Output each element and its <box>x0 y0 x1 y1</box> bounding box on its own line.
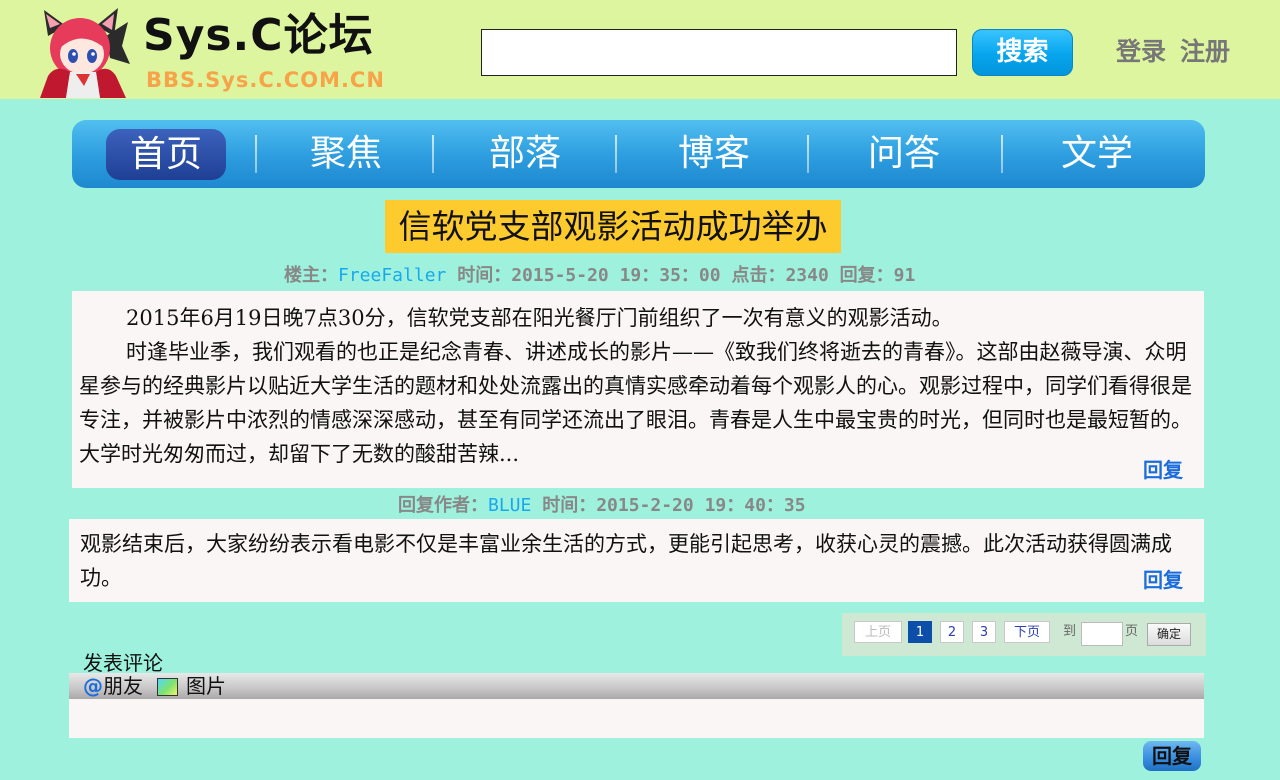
nav-divider <box>1001 135 1003 173</box>
post-title: 信软党支部观影活动成功举办 <box>385 200 841 253</box>
submit-reply-button[interactable]: 回复 <box>1143 741 1201 771</box>
nav-item-blog[interactable]: 博客 <box>654 120 774 188</box>
goto-label: 到 <box>1063 624 1077 639</box>
nav-item-qa[interactable]: 问答 <box>844 120 964 188</box>
mention-friends-label: 朋友 <box>103 674 143 698</box>
page-unit-label: 页 <box>1125 624 1139 639</box>
comment-textarea[interactable] <box>69 699 1204 738</box>
search-input[interactable] <box>481 29 957 76</box>
nav-item-focus[interactable]: 聚焦 <box>286 120 406 188</box>
login-link[interactable]: 登录 <box>1116 36 1166 68</box>
site-logo-title[interactable]: Sys.C论坛 <box>143 8 374 64</box>
pagination: 上页 1 2 3 下页 到 页 确定 <box>842 613 1206 656</box>
reply-text: 观影结束后，大家纷纷表示看电影不仅是丰富业余生活的方式，更能引起思考，收获心灵的… <box>80 532 1172 590</box>
nav-item-home[interactable]: 首页 <box>106 129 226 180</box>
reply-time: 时间：2015-2-20 19：40：35 <box>542 495 806 516</box>
goto-page-input[interactable] <box>1081 622 1123 646</box>
mention-friends-button[interactable]: @朋友 <box>83 674 143 698</box>
main-nav: 首页 聚焦 部落 博客 问答 文学 <box>72 120 1205 188</box>
post-meta: 楼主：FreeFaller 时间：2015-5-20 19：35：00 点击：2… <box>284 264 915 288</box>
search-button[interactable]: 搜索 <box>972 29 1073 76</box>
post-body: 2015年6月19日晚7点30分，信软党支部在阳光餐厅门前组织了一次有意义的观影… <box>72 291 1204 488</box>
comment-toolbar: @朋友 图片 <box>69 673 1204 699</box>
post-owner-label: 楼主： <box>284 265 338 286</box>
prev-page-button[interactable]: 上页 <box>854 621 902 643</box>
register-link[interactable]: 注册 <box>1180 36 1230 68</box>
nav-divider <box>807 135 809 173</box>
page-2-button[interactable]: 2 <box>940 621 964 643</box>
page-3-button[interactable]: 3 <box>972 621 996 643</box>
image-icon <box>157 678 178 696</box>
reply-author-label: 回复作者： <box>398 495 488 516</box>
post-paragraph: 2015年6月19日晚7点30分，信软党支部在阳光餐厅门前组织了一次有意义的观影… <box>126 306 953 330</box>
nav-item-tribe[interactable]: 部落 <box>465 120 585 188</box>
reply-author-link[interactable]: BLUE <box>488 495 531 516</box>
post-paragraph: 时逢毕业季，我们观看的也正是纪念青春、讲述成长的影片——《致我们终将逝去的青春》… <box>79 340 1192 466</box>
site-logo-subtitle: BBS.Sys.C.COM.CN <box>146 68 385 92</box>
at-icon: @ <box>83 674 103 698</box>
nav-item-literature[interactable]: 文学 <box>1037 120 1157 188</box>
reply-meta: 回复作者：BLUE 时间：2015-2-20 19：40：35 <box>398 494 806 518</box>
next-page-button[interactable]: 下页 <box>1004 621 1050 643</box>
insert-image-button[interactable]: 图片 <box>157 674 226 698</box>
nav-divider <box>432 135 434 173</box>
reply-body: 观影结束后，大家纷纷表示看电影不仅是丰富业余生活的方式，更能引起思考，收获心灵的… <box>69 519 1204 602</box>
insert-image-label: 图片 <box>186 674 226 698</box>
logo-catgirl-icon[interactable] <box>36 6 132 98</box>
goto-confirm-button[interactable]: 确定 <box>1147 623 1191 646</box>
nav-divider <box>615 135 617 173</box>
site-header: Sys.C论坛 BBS.Sys.C.COM.CN 搜索 登录 注册 <box>0 0 1280 99</box>
page-1-button[interactable]: 1 <box>908 621 932 643</box>
post-reply-link[interactable]: 回复 <box>1143 457 1183 483</box>
nav-divider <box>255 135 257 173</box>
post-stats: 时间：2015-5-20 19：35：00 点击：2340 回复：91 <box>457 265 916 286</box>
post-owner-link[interactable]: FreeFaller <box>338 265 446 286</box>
reply-reply-link[interactable]: 回复 <box>1143 567 1183 593</box>
